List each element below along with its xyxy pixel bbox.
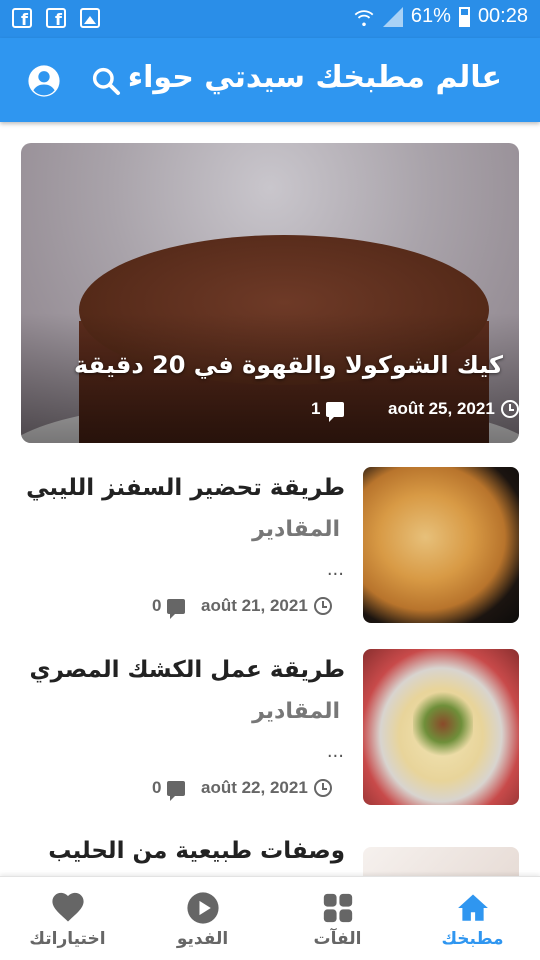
nav-label: مطبخك <box>441 929 504 949</box>
comment-count: 1 <box>311 399 321 418</box>
clock-time: 00:28 <box>477 5 528 27</box>
comment-icon <box>326 401 345 422</box>
list-item[interactable]: وصفات طبيعية من الحليب <box>0 832 540 876</box>
battery-percent: 61% <box>410 5 451 27</box>
featured-article-card[interactable]: كيك الشوكولا والقهوة في 20 دقيقة 1 août … <box>21 143 519 443</box>
article-thumbnail <box>363 649 519 805</box>
post-date: août 21, 2021 <box>201 596 308 615</box>
search-icon[interactable] <box>90 65 122 97</box>
battery-icon <box>458 6 470 27</box>
nav-label: الفديو <box>176 929 229 949</box>
article-title: وصفات طبيعية من الحليب <box>48 838 345 864</box>
comment-count: 0 <box>152 778 162 797</box>
article-title: طريقة عمل الكشك المصري <box>29 657 346 683</box>
play-icon <box>186 892 219 924</box>
list-item[interactable]: طريقة تحضير السفنز الليبي المقادير ... 0… <box>0 467 540 623</box>
system-status: 61% 00:28 <box>353 5 528 28</box>
article-comments: 0 <box>152 596 186 619</box>
image-icon <box>80 8 100 28</box>
clock-icon <box>313 597 332 615</box>
post-date: août 25, 2021 <box>388 399 495 418</box>
article-excerpt: المقادير <box>252 699 340 724</box>
clock-icon <box>500 400 519 418</box>
status-bar: 61% 00:28 <box>0 0 540 38</box>
article-date: août 21, 2021 <box>201 596 332 616</box>
article-ellipsis: ... <box>326 559 344 580</box>
nav-item-home[interactable]: مطبخك <box>405 877 540 960</box>
comment-icon <box>167 780 186 801</box>
notification-icons <box>12 8 100 29</box>
heart-icon <box>51 892 84 922</box>
wifi-icon <box>354 9 374 26</box>
featured-comments: 1 <box>311 399 345 422</box>
bottom-navigation: مطبخك الفآت الفديو اختياراتك <box>0 876 540 960</box>
signal-icon <box>382 6 403 27</box>
comment-icon <box>167 598 186 619</box>
home-icon <box>457 894 488 921</box>
article-thumbnail <box>363 847 519 876</box>
facebook-icon <box>46 8 66 29</box>
featured-title: كيك الشوكولا والقهوة في 20 دقيقة <box>73 351 503 379</box>
comment-count: 0 <box>152 596 162 615</box>
app-title: عالم مطبخك سيدتي حواء <box>127 60 502 95</box>
facebook-icon <box>12 8 32 29</box>
post-date: août 22, 2021 <box>201 778 308 797</box>
article-excerpt: المقادير <box>252 517 340 542</box>
list-item[interactable]: طريقة عمل الكشك المصري المقادير ... 0 ao… <box>0 649 540 805</box>
article-title: طريقة تحضير السفنز الليبي <box>26 475 345 501</box>
article-date: août 22, 2021 <box>201 778 332 798</box>
nav-item-video[interactable]: الفديو <box>135 877 270 960</box>
account-icon[interactable] <box>27 64 61 98</box>
nav-item-categories[interactable]: الفآت <box>270 877 405 960</box>
grid-icon <box>323 893 352 923</box>
nav-label: الفآت <box>313 929 362 949</box>
article-thumbnail <box>363 467 519 623</box>
nav-item-favorites[interactable]: اختياراتك <box>0 877 135 960</box>
app-bar: عالم مطبخك سيدتي حواء <box>0 38 540 122</box>
clock-icon <box>313 779 332 797</box>
article-ellipsis: ... <box>326 741 344 762</box>
article-comments: 0 <box>152 778 186 801</box>
featured-date: août 25, 2021 <box>388 399 519 419</box>
nav-label: اختياراتك <box>29 929 106 949</box>
